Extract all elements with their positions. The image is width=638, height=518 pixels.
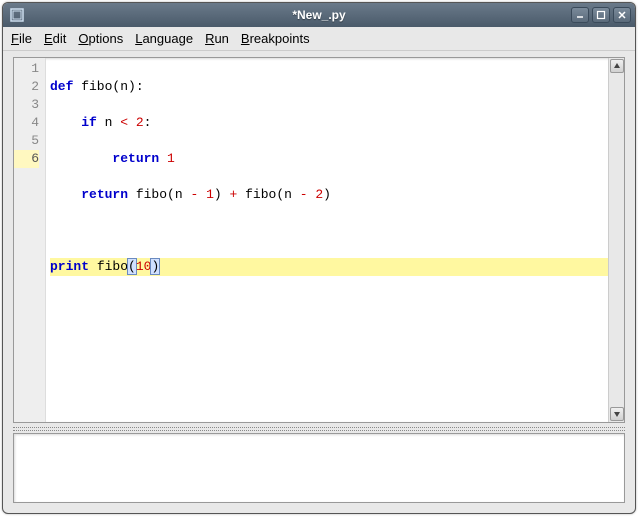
window-controls [571, 7, 631, 23]
window-title: *New_.py [292, 8, 345, 22]
code-line[interactable]: return 1 [50, 150, 608, 168]
close-button[interactable] [613, 7, 631, 23]
code-text: fibo(n): [73, 79, 143, 94]
keyword: return [81, 187, 128, 202]
menu-language[interactable]: Language [135, 31, 193, 46]
code-line-current[interactable]: print fibo(10) [50, 258, 608, 276]
menu-file[interactable]: File [11, 31, 32, 46]
number: 2 [315, 187, 323, 202]
code-line[interactable]: if n < 2: [50, 114, 608, 132]
keyword: def [50, 79, 73, 94]
output-panel[interactable] [13, 433, 625, 503]
line-number: 3 [14, 96, 39, 114]
line-number: 2 [14, 78, 39, 96]
menu-breakpoints[interactable]: Breakpoints [241, 31, 310, 46]
scroll-down-button[interactable] [610, 407, 624, 421]
keyword: return [112, 151, 159, 166]
keyword: if [81, 115, 97, 130]
splitter-handle[interactable] [13, 427, 625, 431]
operator: < [120, 115, 128, 130]
menu-options[interactable]: Options [78, 31, 123, 46]
code-line[interactable]: return fibo(n - 1) + fibo(n - 2) [50, 186, 608, 204]
code-line[interactable] [50, 222, 608, 240]
code-editor[interactable]: 1 2 3 4 5 6 def fibo(n): if n < 2: retur… [13, 57, 625, 423]
code-area[interactable]: def fibo(n): if n < 2: return 1 return f… [46, 58, 608, 422]
line-number: 5 [14, 132, 39, 150]
line-number-current: 6 [14, 150, 39, 168]
line-number: 1 [14, 60, 39, 78]
paren-match-icon: ) [150, 258, 160, 275]
vertical-scrollbar[interactable] [608, 58, 624, 422]
content-area: 1 2 3 4 5 6 def fibo(n): if n < 2: retur… [13, 57, 625, 511]
menu-edit[interactable]: Edit [44, 31, 66, 46]
titlebar[interactable]: *New_.py [3, 3, 635, 27]
maximize-button[interactable] [592, 7, 610, 23]
identifier: fibo [97, 259, 128, 274]
number: 2 [136, 115, 144, 130]
line-number: 4 [14, 114, 39, 132]
number: 1 [167, 151, 175, 166]
operator: - [300, 187, 308, 202]
scroll-up-button[interactable] [610, 59, 624, 73]
keyword: print [50, 259, 89, 274]
minimize-button[interactable] [571, 7, 589, 23]
code-line[interactable]: def fibo(n): [50, 78, 608, 96]
app-icon [9, 7, 25, 23]
editor-window: *New_.py File Edit Options Language Run … [2, 2, 636, 514]
number: 1 [206, 187, 214, 202]
line-gutter: 1 2 3 4 5 6 [14, 58, 46, 422]
menu-run[interactable]: Run [205, 31, 229, 46]
menubar: File Edit Options Language Run Breakpoin… [3, 27, 635, 51]
